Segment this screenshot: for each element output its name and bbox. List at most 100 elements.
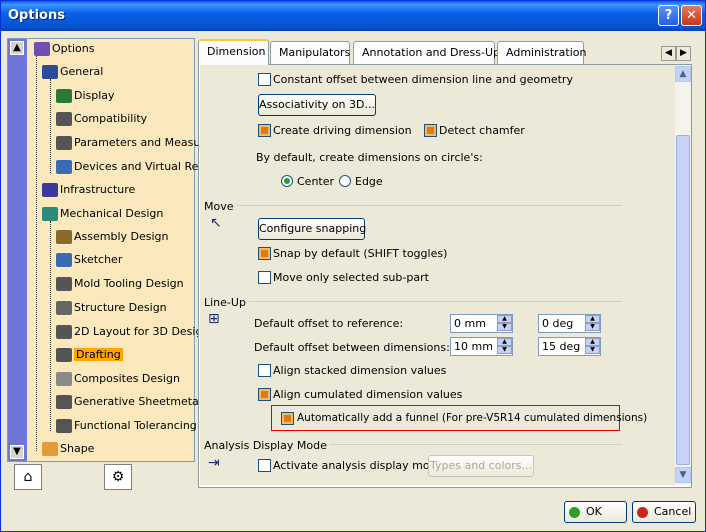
offset-between-spinner[interactable]: 10 mm ▲ ▼ xyxy=(450,337,513,356)
analysis-group-title: Analysis Display Mode xyxy=(204,439,330,452)
tab-administration[interactable]: Administration xyxy=(497,41,587,64)
offset-ref-angle-spinner[interactable]: 0 deg ▲ ▼ xyxy=(538,314,601,333)
tree-item-assembly-design[interactable]: Assembly Design xyxy=(56,230,169,244)
tree-item-mechanical-design[interactable]: Mechanical Design xyxy=(42,207,163,221)
tree-item-label: Mold Tooling Design xyxy=(74,277,184,290)
tree-item-devices[interactable]: Devices and Virtual Realit xyxy=(56,160,216,174)
tree-scrollbar[interactable]: ▲ ▼ xyxy=(8,39,27,461)
tree-item-label: Display xyxy=(74,89,115,102)
spinner-arrows-icon[interactable]: ▲ ▼ xyxy=(497,338,512,355)
tab-right-icon[interactable]: ▶ xyxy=(676,46,691,61)
edge-radio-label: Edge xyxy=(355,175,383,188)
types-colors-button[interactable]: Types and colors... xyxy=(428,455,534,477)
activate-analysis-checkbox[interactable] xyxy=(258,459,271,472)
cancel-label: Cancel xyxy=(654,505,692,518)
tree-item-composites-design[interactable]: Composites Design xyxy=(56,372,180,386)
tree-connector xyxy=(36,56,37,451)
tree-item-sketcher[interactable]: Sketcher xyxy=(56,253,122,267)
settings-doc-tool-icon[interactable]: ⚙ xyxy=(104,464,132,490)
assembly-design-icon xyxy=(56,230,72,244)
tab-annotation[interactable]: Annotation and Dress-Up xyxy=(353,41,500,64)
offset-ref-label: Default offset to reference: xyxy=(254,317,404,330)
offset-ref-angle-value: 0 deg xyxy=(542,317,574,330)
move-selected-checkbox[interactable] xyxy=(258,271,271,284)
display-icon xyxy=(56,89,72,103)
structure-design-icon xyxy=(56,301,72,315)
center-radio-label: Center xyxy=(297,175,335,188)
scroll-down-icon[interactable]: ▼ xyxy=(675,467,691,483)
settings-scrollbar[interactable]: ▲ ▼ xyxy=(675,65,691,485)
sheetmetal-icon xyxy=(56,395,72,409)
detect-chamfer-label: Detect chamfer xyxy=(439,124,525,137)
tree-item-label: Devices and Virtual Realit xyxy=(74,160,216,173)
move-group-title: Move xyxy=(204,200,237,213)
mechanical-design-icon xyxy=(42,207,58,221)
tree-item-label: Composites Design xyxy=(74,372,180,385)
activate-analysis-label: Activate analysis display mode xyxy=(273,459,444,472)
center-radio[interactable] xyxy=(281,175,293,187)
tree-item-2d-layout[interactable]: 2D Layout for 3D Design xyxy=(56,325,209,339)
tree-item-parameters[interactable]: Parameters and Measure xyxy=(56,136,211,150)
tree-scroll-down-icon[interactable]: ▼ xyxy=(10,445,24,459)
composites-design-icon xyxy=(56,372,72,386)
align-stacked-label: Align stacked dimension values xyxy=(273,364,447,377)
tree-item-compatibility[interactable]: Compatibility xyxy=(56,112,147,126)
tree-item-label: Functional Tolerancing & xyxy=(74,419,209,432)
ok-button[interactable]: OK xyxy=(564,501,627,523)
auto-funnel-checkbox[interactable] xyxy=(281,412,294,425)
snap-default-label: Snap by default (SHIFT toggles) xyxy=(273,247,448,260)
create-driving-checkbox[interactable] xyxy=(258,124,271,137)
offset-between-angle-spinner[interactable]: 15 deg ▲ ▼ xyxy=(538,337,601,356)
options-icon xyxy=(34,42,50,56)
help-button[interactable]: ? xyxy=(658,5,679,26)
edge-radio[interactable] xyxy=(339,175,351,187)
tree-item-display[interactable]: Display xyxy=(56,89,115,103)
align-cumulated-label: Align cumulated dimension values xyxy=(273,388,463,401)
tab-left-icon[interactable]: ◀ xyxy=(661,46,676,61)
tree-connector xyxy=(50,221,51,431)
tree-item-label: Generative Sheetmetal D xyxy=(74,395,214,408)
tree-item-label: 2D Layout for 3D Design xyxy=(74,325,210,338)
tree-item-functional-tolerancing[interactable]: Functional Tolerancing & xyxy=(56,419,209,433)
dimension-settings: Constant offset between dimension line a… xyxy=(200,65,675,485)
associativity-button[interactable]: Associativity on 3D... xyxy=(258,94,376,116)
detect-chamfer-checkbox[interactable] xyxy=(424,124,437,137)
tree-item-shape[interactable]: Shape xyxy=(42,442,94,456)
analysis-icon: ⇥ xyxy=(208,455,220,471)
move-group-line xyxy=(204,205,622,206)
tab-manipulators[interactable]: Manipulators xyxy=(270,41,350,64)
spinner-arrows-icon[interactable]: ▲ ▼ xyxy=(585,315,600,332)
tree-item-generative-sheetmetal[interactable]: Generative Sheetmetal D xyxy=(56,395,214,409)
scroll-thumb[interactable] xyxy=(676,135,690,465)
offset-between-value: 10 mm xyxy=(454,340,493,353)
tree-scroll-up-icon[interactable]: ▲ xyxy=(10,41,24,55)
lineup-icon: ⊞ xyxy=(208,311,220,327)
lineup-group-line xyxy=(204,301,622,302)
tab-dimension[interactable]: Dimension xyxy=(198,39,269,65)
align-cumulated-checkbox[interactable] xyxy=(258,388,271,401)
sketcher-icon xyxy=(56,253,72,267)
tab-scroll: ◀ ▶ xyxy=(661,45,691,61)
tree-item-general[interactable]: General xyxy=(42,65,103,79)
align-stacked-checkbox[interactable] xyxy=(258,364,271,377)
tree-item-options[interactable]: Options xyxy=(34,42,94,56)
tree-item-structure-design[interactable]: Structure Design xyxy=(56,301,167,315)
close-button[interactable]: ✕ xyxy=(681,5,702,26)
lineup-group-title: Line-Up xyxy=(204,296,249,309)
tree-item-mold-tooling[interactable]: Mold Tooling Design xyxy=(56,277,184,291)
offset-ref-spinner[interactable]: 0 mm ▲ ▼ xyxy=(450,314,513,333)
spinner-arrows-icon[interactable]: ▲ ▼ xyxy=(585,338,600,355)
tree-item-infrastructure[interactable]: Infrastructure xyxy=(42,183,135,197)
offset-ref-value: 0 mm xyxy=(454,317,486,330)
spinner-arrows-icon[interactable]: ▲ ▼ xyxy=(497,315,512,332)
configure-snapping-button[interactable]: Configure snapping xyxy=(258,218,366,240)
scroll-up-icon[interactable]: ▲ xyxy=(675,66,691,82)
home-tool-icon[interactable]: ⌂ xyxy=(14,464,42,490)
constant-offset-checkbox[interactable] xyxy=(258,73,271,86)
cancel-button[interactable]: Cancel xyxy=(632,501,696,523)
auto-funnel-label: Automatically add a funnel (For pre-V5R1… xyxy=(297,412,648,424)
tree-item-drafting[interactable]: Drafting xyxy=(56,348,123,362)
tree-item-label: Sketcher xyxy=(74,253,123,266)
tree-item-label: Shape xyxy=(60,442,95,455)
snap-default-checkbox[interactable] xyxy=(258,247,271,260)
